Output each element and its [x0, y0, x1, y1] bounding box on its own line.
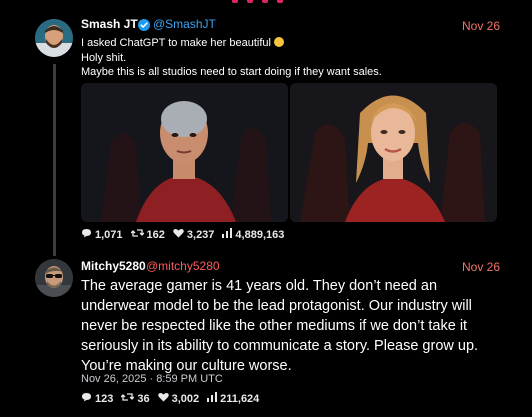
like-stat[interactable]: 3,237: [173, 228, 215, 241]
views-count: 4,889,163: [235, 228, 285, 241]
retweet-icon: [130, 228, 147, 241]
reply-count: 1,071: [95, 228, 123, 241]
avatar-smashjt[interactable]: [35, 19, 73, 57]
post1-text-line2: Holy shit.: [81, 52, 127, 64]
post2-stats-bar: 123 36 3,002 211,624: [81, 392, 267, 405]
post1-text-line3: Maybe this is all studios need to start …: [81, 66, 382, 78]
post2-handle[interactable]: @mitchy5280: [146, 259, 220, 273]
heart-icon: [173, 228, 187, 241]
top-indicator: [277, 0, 283, 3]
post1-image-right[interactable]: [290, 83, 497, 222]
like-count: 3,002: [171, 392, 200, 405]
post2-body-line: underwear model to be the lead protagoni…: [81, 298, 472, 314]
views-stat[interactable]: 4,889,163: [222, 228, 284, 241]
post2-body-line: seriously in its ability to communicate …: [81, 338, 479, 354]
reply-icon: [81, 228, 95, 241]
post1-image-left[interactable]: [81, 83, 288, 222]
views-stat[interactable]: 211,624: [207, 392, 259, 405]
post2-author-name[interactable]: Mitchy5280: [81, 259, 146, 273]
thread-connector-line: [53, 64, 56, 256]
post2-body-line: never be respected like the other medium…: [81, 318, 468, 334]
top-indicator: [232, 0, 238, 3]
like-count: 3,237: [186, 228, 215, 241]
like-stat[interactable]: 3,002: [157, 392, 200, 405]
post2-body: The average gamer is 41 years old. They …: [81, 276, 501, 376]
retweet-stat[interactable]: 36: [120, 392, 150, 405]
heart-icon: [157, 392, 172, 405]
reply-icon: [81, 392, 95, 405]
bar-chart-icon: [207, 392, 220, 405]
post1-text-line1: I asked ChatGPT to make her beautiful: [81, 37, 284, 49]
reply-count: 123: [95, 392, 114, 405]
top-strip: [0, 0, 532, 4]
laughing-emoji-icon: [273, 37, 284, 47]
retweet-icon: [120, 392, 137, 405]
retweet-stat[interactable]: 162: [130, 228, 165, 241]
post1-author-name[interactable]: Smash JT: [81, 17, 138, 31]
post1-stats-bar: 1,071 162 3,237 4,889,163: [81, 228, 292, 241]
avatar-mitchy5280[interactable]: [35, 259, 73, 297]
post2-body-line: The average gamer is 41 years old. They …: [81, 278, 438, 294]
top-indicator: [262, 0, 268, 3]
post1-line1: I asked ChatGPT to make her beautiful: [81, 37, 271, 49]
top-indicator: [247, 0, 253, 3]
retweet-count: 162: [146, 228, 165, 241]
reply-stat[interactable]: 1,071: [81, 228, 123, 241]
post2-timestamp[interactable]: Nov 26, 2025 · 8:59 PM UTC: [81, 373, 223, 385]
post1-date[interactable]: Nov 26: [462, 19, 500, 33]
bar-chart-icon: [222, 228, 235, 241]
retweet-count: 36: [137, 392, 150, 405]
reply-stat[interactable]: 123: [81, 392, 113, 405]
post1-handle[interactable]: @SmashJT: [153, 17, 216, 31]
verified-badge-icon: [138, 18, 150, 36]
views-count: 211,624: [220, 392, 260, 405]
post2-date[interactable]: Nov 26: [462, 260, 500, 274]
